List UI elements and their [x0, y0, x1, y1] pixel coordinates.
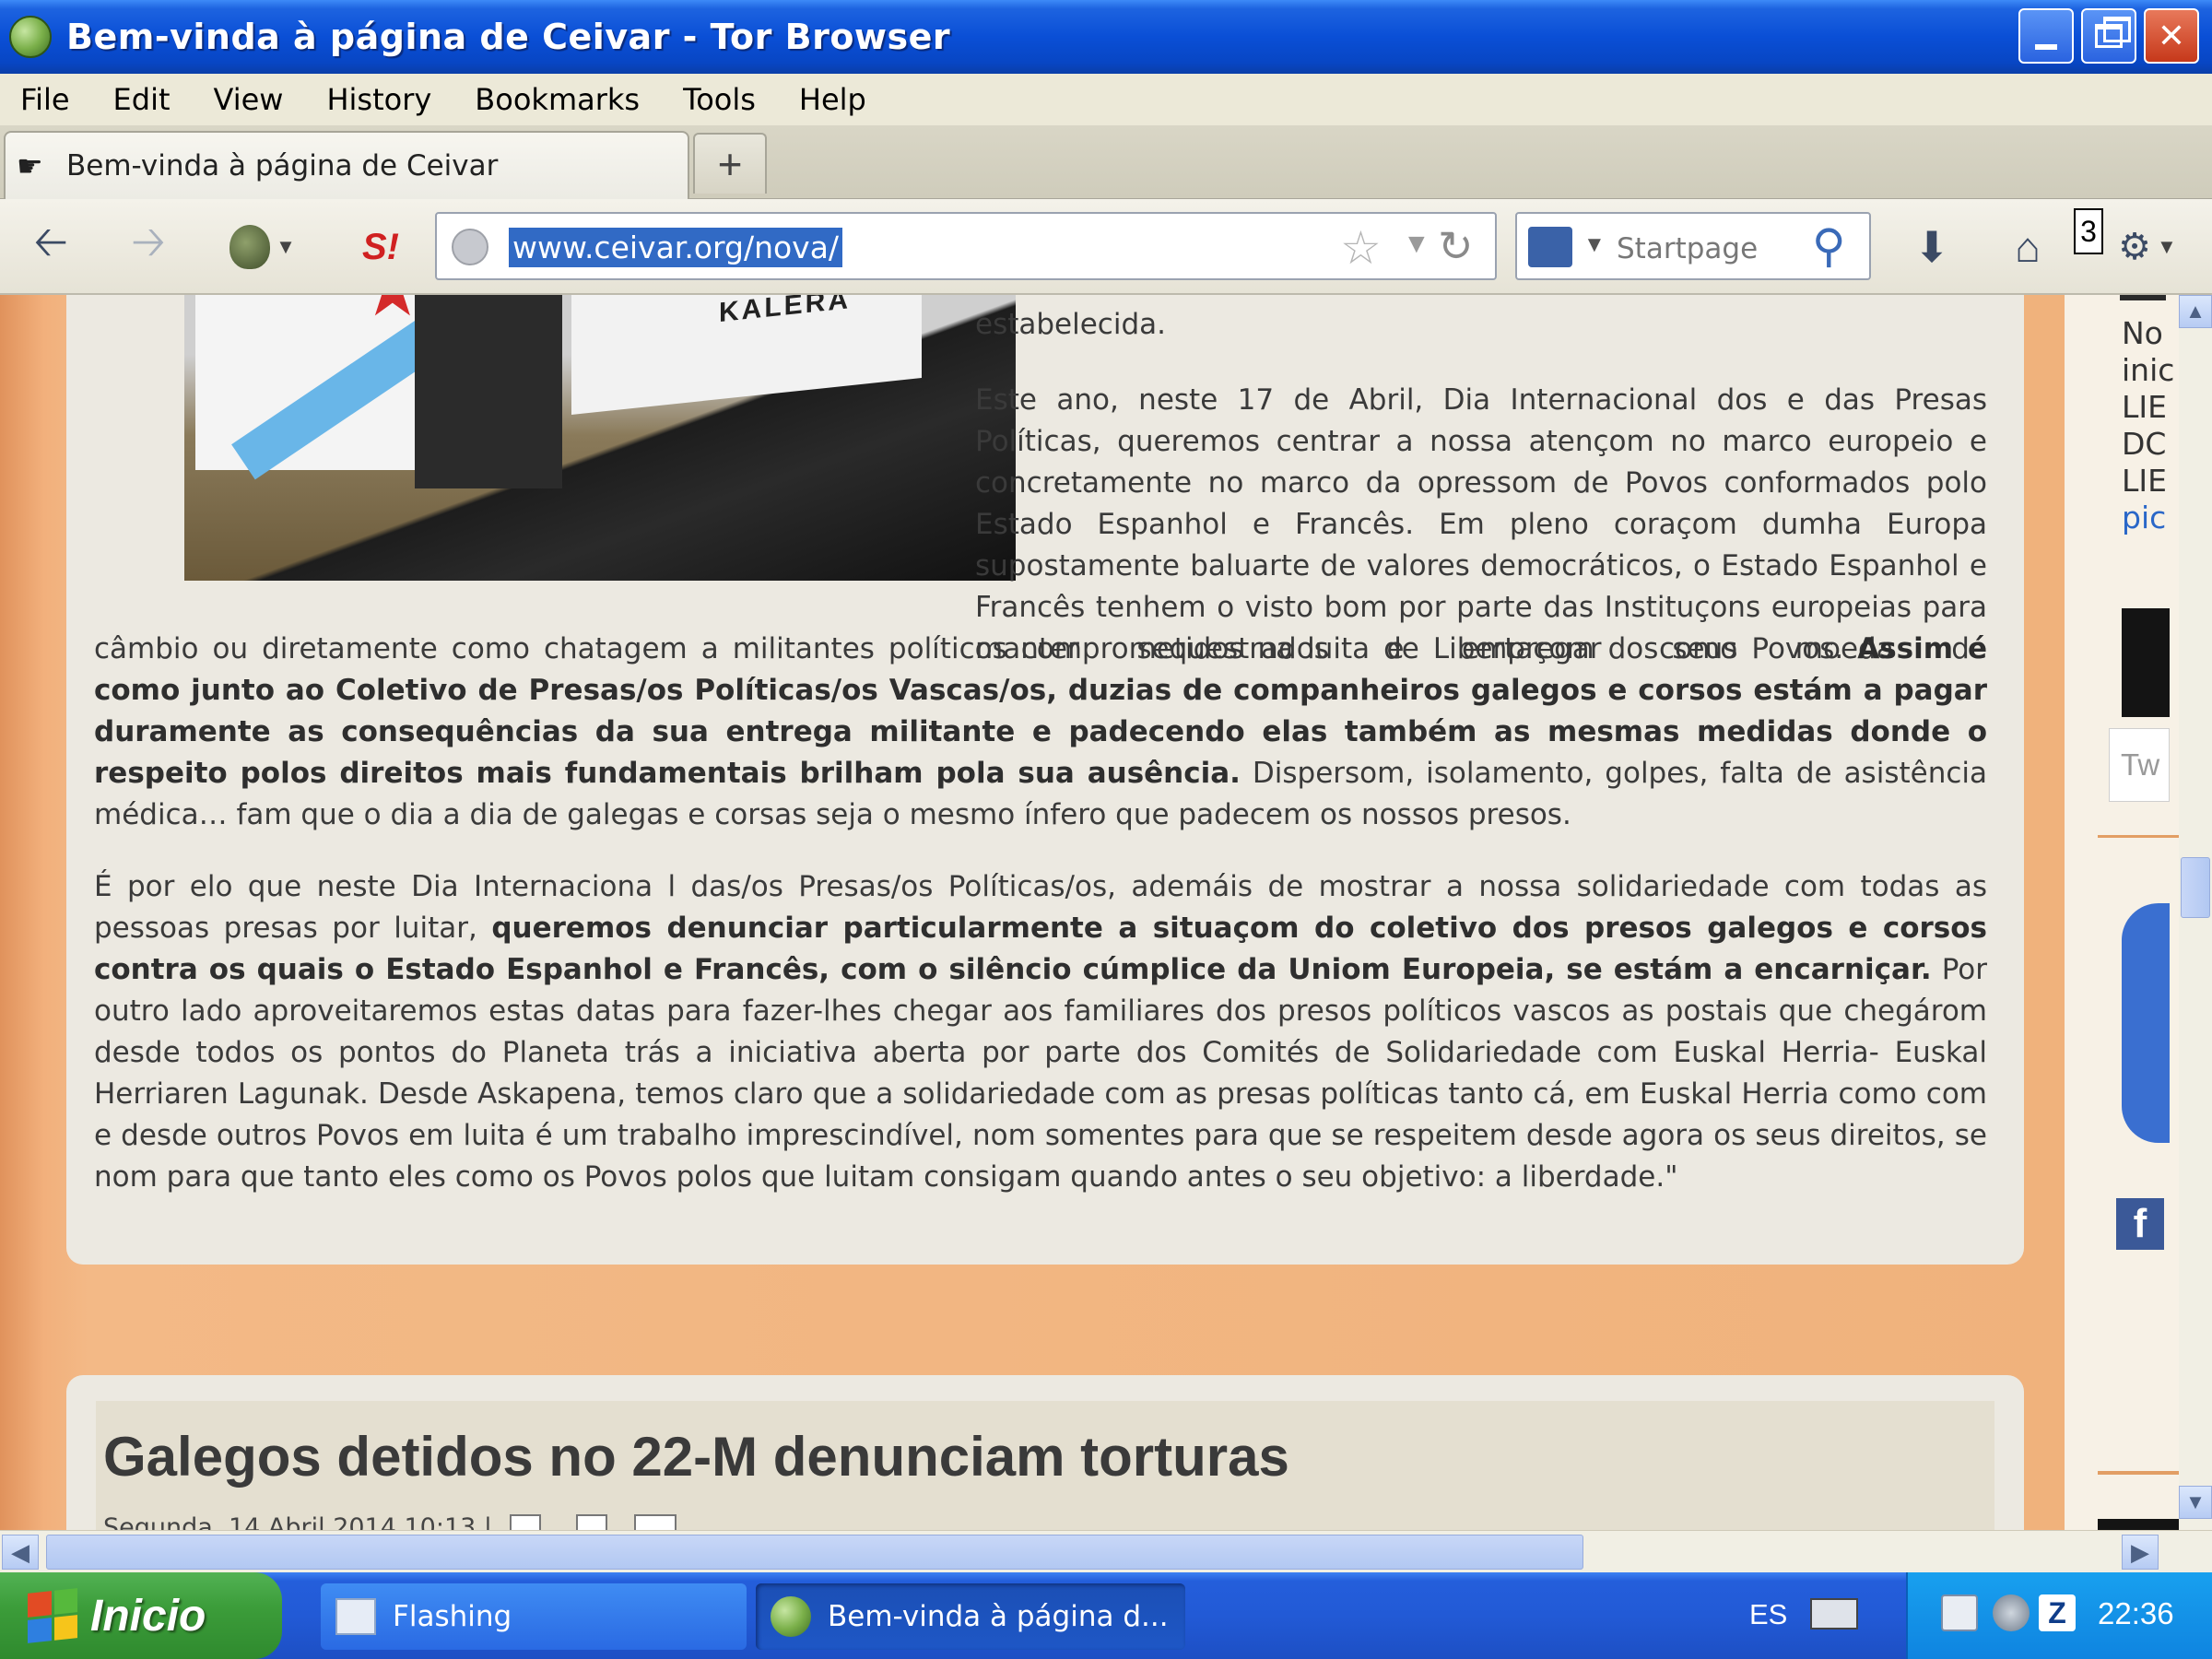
scroll-up-button[interactable]: ▲ — [2179, 295, 2212, 328]
horizontal-scrollbar[interactable]: ◀ ▶ — [0, 1530, 2212, 1572]
scroll-left-button[interactable]: ◀ — [2, 1535, 39, 1570]
menu-history[interactable]: History — [326, 82, 431, 117]
menu-view[interactable]: View — [214, 82, 284, 117]
taskbar-item-flashing[interactable]: Flashing — [321, 1583, 747, 1650]
menu-edit[interactable]: Edit — [113, 82, 171, 117]
start-label: Inicio — [90, 1591, 206, 1641]
minimize-button[interactable] — [2018, 8, 2074, 64]
new-tab-button[interactable]: + — [693, 133, 767, 194]
article-paragraph-1: câmbio ou diretamente como chatagem a mi… — [94, 632, 1988, 831]
article-paragraph-2: É por elo que neste Dia Internaciona l d… — [94, 870, 1987, 1194]
article-photo: ★ KALERA — [184, 295, 1016, 581]
menu-bar: File Edit View History Bookmarks Tools H… — [0, 74, 2212, 125]
search-bar[interactable]: ▼ Startpage ⚲ — [1515, 212, 1871, 280]
minimize-icon — [2035, 44, 2057, 50]
noscript-icon[interactable]: S! — [356, 219, 406, 275]
sidebar-image — [2122, 608, 2170, 717]
close-button[interactable]: ✕ — [2144, 8, 2199, 64]
reload-icon[interactable]: ↻ — [1438, 221, 1474, 271]
home-icon[interactable]: ⌂ — [2000, 219, 2055, 275]
window-title: Bem-vinda à página de Ceivar - Tor Brows… — [66, 17, 951, 57]
email-icon[interactable] — [633, 1513, 677, 1530]
title-bar[interactable]: Bem-vinda à página de Ceivar - Tor Brows… — [0, 0, 2212, 74]
article-meta: Segunda, 14 Abril 2014 10:13 | — [103, 1513, 677, 1530]
search-engine-dropdown-icon[interactable]: ▼ — [1583, 232, 1606, 258]
sidebar-text-fragments: No inic LIE DC LIE pic — [2122, 315, 2175, 535]
tray-z-icon[interactable]: Z — [2039, 1594, 2076, 1631]
right-sidebar: No inic LIE DC LIE pic Tw f — [2065, 295, 2179, 1530]
twitter-input[interactable]: Tw — [2109, 728, 2170, 802]
search-input[interactable]: Startpage — [1617, 232, 1758, 265]
site-identity-icon[interactable] — [452, 229, 488, 265]
tab-bar: ☛ Bem-vinda à página de Ceivar + — [0, 125, 2212, 199]
onion-icon[interactable]: ▼ — [221, 219, 304, 275]
article-paragraph-1-wrapped: Este ano, neste 17 de Abril, Dia Interna… — [975, 383, 1987, 665]
menu-file[interactable]: File — [20, 82, 70, 117]
tor-browser-icon — [771, 1596, 811, 1637]
search-engine-icon[interactable] — [1528, 227, 1572, 267]
article-card-2: Galegos detidos no 22-M denunciam tortur… — [66, 1375, 2024, 1530]
scroll-down-button[interactable]: ▼ — [2179, 1486, 2212, 1519]
tab-ceivar[interactable]: ☛ Bem-vinda à página de Ceivar — [4, 131, 689, 199]
tor-browser-app-icon — [9, 16, 52, 58]
tray-network-icon[interactable] — [1993, 1594, 2030, 1631]
taskbar-item-tor-browser[interactable]: Bem-vinda à página d... — [756, 1583, 1185, 1650]
system-tray: Z 22:36 — [1906, 1572, 2212, 1659]
history-dropdown-icon[interactable]: ▼ — [1403, 229, 1430, 260]
article-lead-line: estabelecida. — [975, 308, 1166, 341]
print-icon[interactable] — [576, 1513, 608, 1530]
windows-logo-icon — [28, 1588, 77, 1643]
facebook-icon[interactable]: f — [2116, 1198, 2164, 1250]
restore-button[interactable] — [2081, 8, 2136, 64]
tab-label: Bem-vinda à página de Ceivar — [66, 149, 499, 182]
restore-icon — [2095, 17, 2131, 48]
bookmark-star-icon[interactable]: ☆ — [1340, 221, 1382, 275]
menu-help[interactable]: Help — [799, 82, 866, 117]
vertical-scroll-thumb[interactable] — [2181, 857, 2210, 918]
menu-bookmarks[interactable]: Bookmarks — [475, 82, 640, 117]
start-button[interactable]: Inicio — [0, 1572, 282, 1659]
scroll-right-button[interactable]: ▶ — [2122, 1535, 2159, 1570]
pdf-icon[interactable] — [509, 1513, 541, 1530]
tray-app-icon[interactable] — [1941, 1594, 1978, 1631]
notification-badge: 3 — [2074, 208, 2103, 254]
keyboard-icon[interactable] — [1810, 1598, 1858, 1630]
url-text[interactable]: www.ceivar.org/nova/ — [509, 228, 843, 267]
close-icon: ✕ — [2157, 17, 2186, 54]
taskbar: Inicio Flashing Bem-vinda à página d... … — [0, 1572, 2212, 1659]
vertical-scrollbar[interactable]: ▲ ▼ — [2179, 295, 2212, 1530]
sidebar-widget — [2122, 903, 2170, 1143]
article-title[interactable]: Galegos detidos no 22-M denunciam tortur… — [103, 1425, 1289, 1488]
menu-tools[interactable]: Tools — [683, 82, 756, 117]
article-card: ★ KALERA estabelecida. Este ano, neste 1… — [66, 295, 2024, 1265]
article-header: Galegos detidos no 22-M denunciam tortur… — [96, 1401, 1994, 1530]
language-indicator[interactable]: ES — [1749, 1598, 1787, 1631]
tor-button-icon[interactable]: ⚙ ▼ — [2111, 219, 2184, 275]
downloads-icon[interactable]: ⬇ — [1906, 219, 1958, 275]
url-bar[interactable]: www.ceivar.org/nova/ ☆ ▼ ↻ — [435, 212, 1497, 280]
page-viewport[interactable]: No inic LIE DC LIE pic Tw f ★ KALERA est… — [0, 295, 2212, 1530]
back-arrow-icon[interactable]: 🡠 — [28, 218, 74, 275]
window-icon — [335, 1598, 376, 1635]
clock: 22:36 — [2098, 1596, 2174, 1630]
search-icon[interactable]: ⚲ — [1812, 219, 1846, 273]
photo-banner: KALERA — [571, 295, 922, 415]
forward-arrow-icon[interactable]: 🡢 — [125, 218, 171, 275]
site-favicon-icon: ☛ — [17, 149, 43, 182]
navigation-toolbar: 🡠 🡢 ▼ S! www.ceivar.org/nova/ ☆ ▼ ↻ ▼ St… — [0, 199, 2212, 295]
horizontal-scroll-thumb[interactable] — [46, 1535, 1583, 1570]
